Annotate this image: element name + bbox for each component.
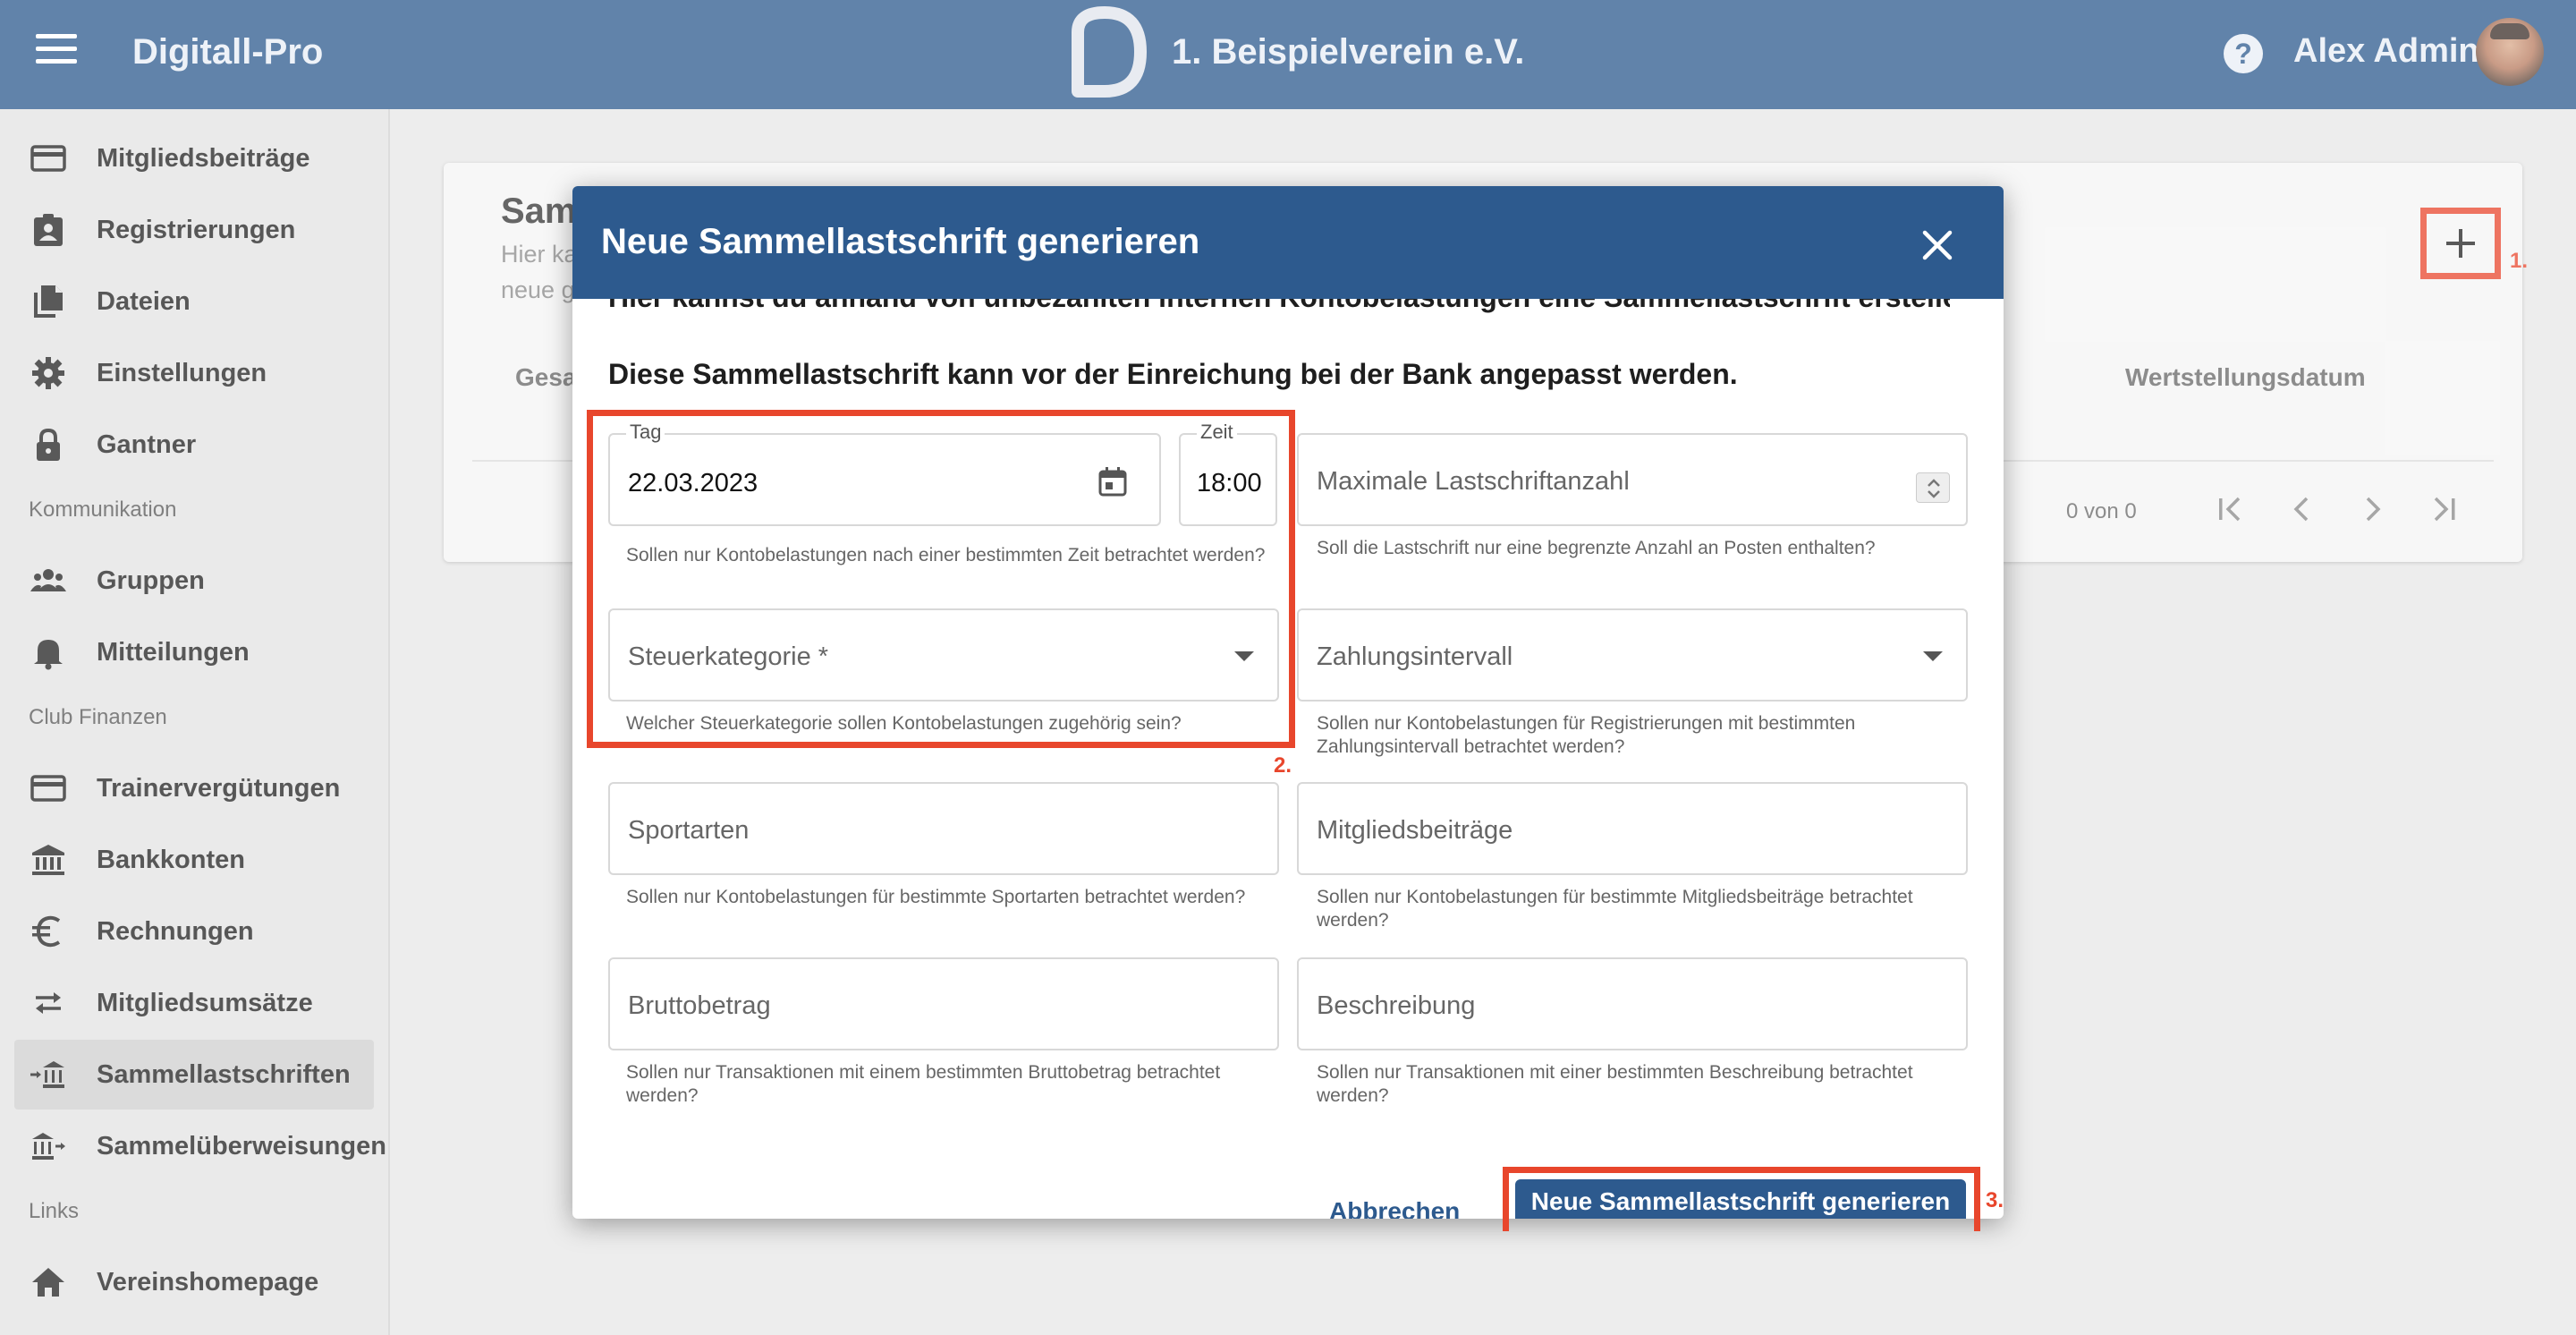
annotation-step-2: 2.: [1274, 753, 1292, 778]
sports-select[interactable]: Sportarten: [608, 782, 1279, 875]
payment-interval-select[interactable]: Zahlungsintervall: [1297, 608, 1968, 702]
gross-amount-input[interactable]: Bruttobetrag: [608, 957, 1279, 1050]
sports-placeholder: Sportarten: [628, 816, 750, 845]
max-debit-count-input[interactable]: Maximale Lastschriftanzahl: [1297, 433, 1968, 526]
close-icon[interactable]: [1918, 225, 1957, 265]
payment-interval-hint: Sollen nur Kontobelastungen für Registri…: [1317, 713, 1856, 757]
description-input[interactable]: Beschreibung: [1297, 957, 1968, 1050]
description-placeholder: Beschreibung: [1317, 991, 1476, 1020]
dialog-subtitle: Diese Sammellastschrift kann vor der Ein…: [608, 358, 1738, 390]
cancel-button[interactable]: Abbrechen: [1329, 1197, 1460, 1219]
number-stepper-icon[interactable]: [1916, 472, 1950, 503]
max-debit-count-hint: Soll die Lastschrift nur eine begrenzte …: [1317, 538, 1876, 558]
dialog-header: Neue Sammellastschrift generieren: [572, 186, 2004, 299]
description-hint: Sollen nur Transaktionen mit einer besti…: [1317, 1062, 1913, 1106]
membership-fees-placeholder: Mitgliedsbeiträge: [1317, 816, 1513, 845]
annotation-highlight-box: [587, 410, 1295, 748]
annotation-highlight-submit: [1503, 1167, 1980, 1231]
gross-amount-placeholder: Bruttobetrag: [628, 991, 771, 1020]
membership-fees-hint: Sollen nur Kontobelastungen für bestimmt…: [1317, 887, 1913, 931]
max-debit-count-placeholder: Maximale Lastschriftanzahl: [1317, 467, 1630, 496]
dialog-title: Neue Sammellastschrift generieren: [601, 222, 1200, 261]
membership-fees-select[interactable]: Mitgliedsbeiträge: [1297, 782, 1968, 875]
dropdown-arrow-icon: [1923, 651, 1943, 661]
dialog-intro-line: Hier kannst du anhand von unbezahlten in…: [608, 299, 1950, 314]
dialog-intro-text: Hier kannst du anhand von unbezahlten in…: [608, 299, 1950, 324]
generate-direct-debit-dialog: Neue Sammellastschrift generieren Hier k…: [572, 186, 2004, 1219]
payment-interval-placeholder: Zahlungsintervall: [1317, 642, 1513, 671]
annotation-step-3: 3.: [1986, 1188, 2004, 1212]
gross-amount-hint: Sollen nur Transaktionen mit einem besti…: [626, 1062, 1221, 1106]
sports-hint: Sollen nur Kontobelastungen für bestimmt…: [626, 887, 1246, 907]
